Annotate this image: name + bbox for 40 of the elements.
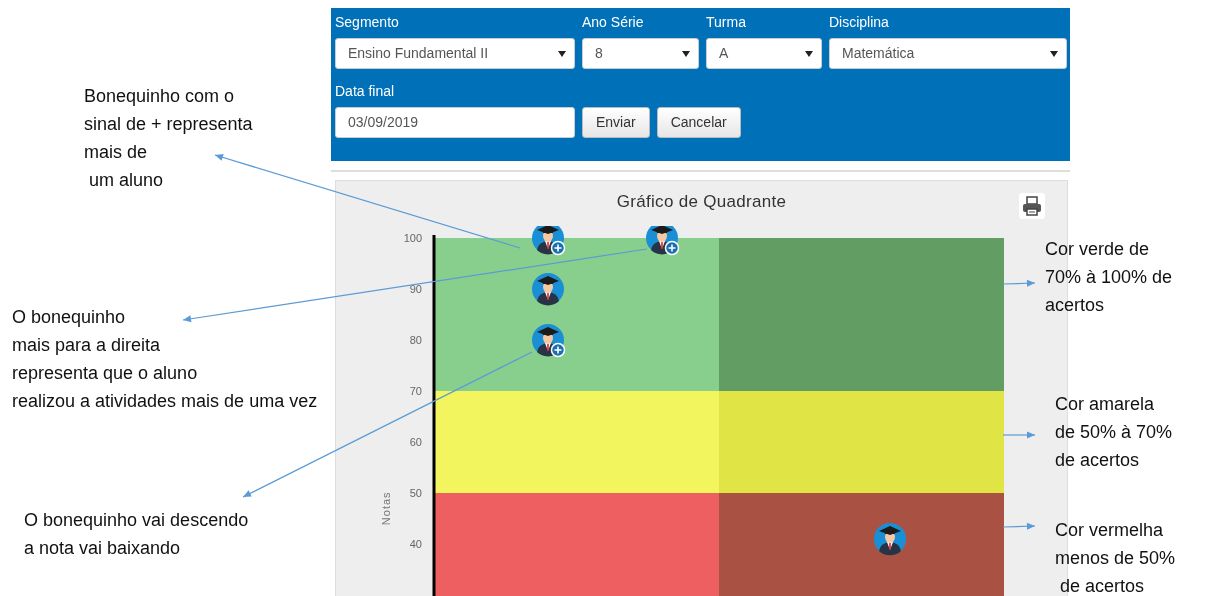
axis-title: Notas — [380, 491, 392, 526]
field-label: Data final — [335, 82, 396, 101]
tick-label: 70 — [409, 385, 422, 397]
field-label: Segmento — [335, 13, 400, 32]
chart-title: Gráfico de Quadrante — [616, 191, 787, 213]
student-group-icon[interactable] — [532, 324, 566, 358]
date-field[interactable]: 03/09/2019 — [335, 107, 575, 138]
leader-line — [1002, 279, 1036, 287]
annotation-text: Bonequinho com o sinal de + representa mais de um aluno — [84, 85, 253, 192]
student-icon[interactable] — [532, 273, 564, 306]
select-field[interactable]: 8 — [582, 38, 699, 69]
caret-icon — [1050, 50, 1058, 57]
caret-icon — [682, 50, 690, 57]
field-label: Turma — [706, 13, 747, 32]
student-group-icon[interactable] — [646, 226, 680, 256]
annotation-text: O bonequinho vai descendo a nota vai baixando — [24, 509, 249, 560]
form-button[interactable]: Cancelar — [656, 107, 741, 138]
caret-icon — [558, 50, 566, 57]
annotation-text: Cor verde de 70% à 100% de acertos — [1045, 238, 1173, 317]
tick-label: 60 — [409, 436, 422, 448]
select-field[interactable]: Matemática — [829, 38, 1067, 69]
leader-line — [1002, 431, 1036, 439]
annotation-text: Cor amarela de 50% à 70% de acertos — [1055, 393, 1173, 472]
field-label: Ano Série — [582, 13, 645, 32]
select-field[interactable]: A — [706, 38, 822, 69]
annotation-text: Cor vermelha menos de 50% de acertos — [1055, 519, 1176, 596]
student-group-icon[interactable] — [532, 226, 566, 256]
tick-label: 100 — [403, 232, 422, 244]
select-field[interactable]: Ensino Fundamental II — [335, 38, 575, 69]
caret-icon — [805, 50, 813, 57]
print-icon[interactable] — [1019, 193, 1045, 219]
leader-line — [1002, 522, 1036, 530]
form-button[interactable]: Enviar — [582, 107, 650, 138]
field-label: Disciplina — [829, 13, 890, 32]
tick-label: 90 — [409, 283, 422, 295]
annotation-text: O bonequinho mais para a direita representa que o aluno realizou a atividades mais de uma vez — [12, 306, 318, 413]
tick-label: 40 — [409, 538, 422, 550]
student-icon[interactable] — [874, 522, 906, 556]
tick-label: 80 — [409, 334, 422, 346]
tick-label: 50 — [409, 487, 422, 499]
